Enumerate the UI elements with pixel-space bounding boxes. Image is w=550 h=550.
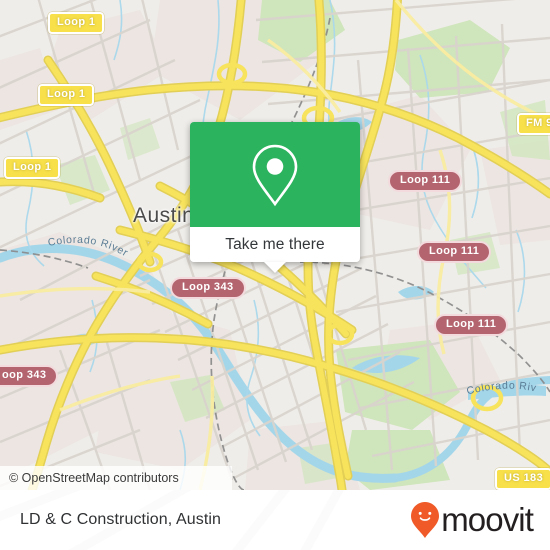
map-pin-icon xyxy=(252,144,298,206)
moovit-logo[interactable]: moovit xyxy=(410,501,550,539)
road-pill-loop-111[interactable]: Loop 111 xyxy=(434,314,509,336)
moovit-wordmark: moovit xyxy=(441,501,534,538)
road-shield-us-183[interactable]: US 183 xyxy=(495,468,550,490)
take-me-there-label: Take me there xyxy=(225,235,325,253)
road-pill-loop-111[interactable]: Loop 111 xyxy=(388,170,463,192)
road-pill-loop-343[interactable]: Loop 343 xyxy=(170,277,246,299)
road-shield-loop-1[interactable]: Loop 1 xyxy=(38,84,95,106)
road-shield-loop-1[interactable]: Loop 1 xyxy=(4,157,61,179)
popup-tail-pointer xyxy=(264,262,286,273)
take-me-there-popup[interactable]: Take me there xyxy=(190,122,360,273)
road-shield-loop-1[interactable]: Loop 1 xyxy=(48,12,105,34)
osm-attribution: © OpenStreetMap contributors xyxy=(0,466,232,490)
moovit-pin-icon xyxy=(411,502,440,538)
popup-icon-area xyxy=(190,122,360,227)
map-canvas[interactable]: Colorado River Colorado River Austin Loo… xyxy=(0,0,550,490)
road-shield-fm-96[interactable]: FM 96 xyxy=(517,113,550,135)
road-pill-loop-111[interactable]: Loop 111 xyxy=(417,241,492,263)
road-pill-loop-343[interactable]: oop 343 xyxy=(0,365,59,387)
poi-title: LD & C Construction, Austin xyxy=(20,511,222,528)
city-label-austin: Austin xyxy=(133,204,195,227)
osm-attribution-text: © OpenStreetMap contributors xyxy=(9,471,179,485)
map-screen: Colorado River Colorado River Austin Loo… xyxy=(0,0,550,550)
popup-action-area[interactable]: Take me there xyxy=(190,227,360,273)
bottom-info-bar: LD & C Construction, Austin moovit xyxy=(0,490,550,550)
